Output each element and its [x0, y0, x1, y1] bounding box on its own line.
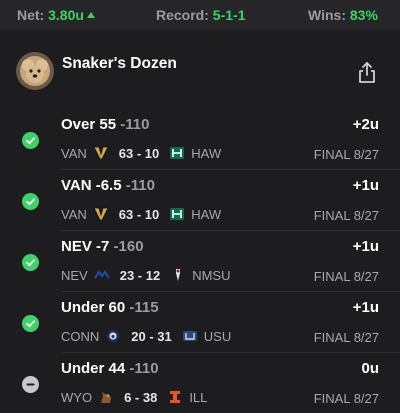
avatar[interactable]	[16, 52, 54, 90]
pick-label: Over 55	[61, 116, 117, 133]
net-value: 3.80u	[48, 7, 84, 23]
hawaii-logo-icon	[170, 208, 185, 220]
record-stat: Record: 5-1-1	[156, 7, 245, 23]
win-check-icon	[22, 193, 39, 210]
wins-value: 83%	[349, 7, 378, 23]
pick-label: NEV -7	[61, 238, 110, 255]
avatar-image	[16, 52, 54, 90]
score: 23 - 12	[119, 267, 161, 283]
bet-row[interactable]: NEV -7 -160 +1u NEV 23 - 12 NMSU FINAL 8…	[0, 232, 400, 292]
page-title: Snaker's Dozen	[62, 55, 177, 72]
pick-label: Under 60	[61, 299, 126, 316]
divider	[61, 230, 400, 231]
home-team: USU	[203, 328, 232, 344]
game-line: VAN 63 - 10 HAW	[61, 206, 221, 222]
final-date: FINAL 8/27	[313, 330, 379, 345]
score: 63 - 10	[118, 145, 160, 161]
final-date: FINAL 8/27	[313, 391, 379, 406]
pick-text: NEV -7 -160	[61, 238, 144, 255]
away-team: CONN	[61, 328, 100, 344]
home-team: NMSU	[192, 267, 231, 283]
pick-label: Under 44	[61, 360, 126, 377]
vanderbilt-logo-icon	[93, 207, 109, 221]
illinois-logo-icon	[170, 391, 181, 403]
record-value: 5-1-1	[212, 7, 246, 23]
units-result: +1u	[352, 177, 379, 194]
final-date: FINAL 8/27	[313, 147, 379, 162]
pick-odds: -110	[129, 360, 159, 377]
wyoming-logo-icon	[101, 392, 112, 403]
home-team: ILL	[189, 389, 208, 405]
win-check-icon	[22, 315, 39, 332]
wins-label: Wins:	[308, 7, 346, 23]
pick-label: VAN -6.5	[61, 177, 122, 194]
game-line: WYO 6 - 38 ILL	[61, 389, 207, 405]
net-stat: Net: 3.80u	[17, 7, 95, 23]
vanderbilt-logo-icon	[93, 146, 109, 160]
win-check-icon	[22, 254, 39, 271]
uconn-logo-icon	[107, 330, 120, 342]
hawaii-logo-icon	[170, 147, 185, 159]
divider	[61, 169, 400, 170]
away-team: NEV	[61, 267, 88, 283]
final-date: FINAL 8/27	[313, 208, 379, 223]
home-team: HAW	[191, 145, 222, 161]
bet-row[interactable]: VAN -6.5 -110 +1u VAN 63 - 10 HAW FINAL …	[0, 171, 400, 231]
net-label: Net:	[17, 7, 45, 23]
home-team: HAW	[191, 206, 222, 222]
win-check-icon	[22, 132, 39, 149]
score: 6 - 38	[124, 389, 158, 405]
pick-text: Under 60 -115	[61, 299, 159, 316]
away-team: WYO	[61, 389, 93, 405]
pick-odds: -110	[120, 116, 150, 133]
bet-row[interactable]: Under 60 -115 +1u CONN 20 - 31 USU FINAL…	[0, 293, 400, 353]
usu-logo-icon	[182, 331, 197, 341]
pick-odds: -160	[113, 238, 144, 255]
up-arrow-icon	[86, 12, 95, 18]
push-minus-icon	[22, 376, 39, 393]
units-result: +1u	[352, 299, 379, 316]
units-result: +2u	[352, 116, 379, 133]
pick-odds: -115	[129, 299, 159, 316]
score: 63 - 10	[118, 206, 160, 222]
pick-text: Over 55 -110	[61, 116, 149, 133]
units-result: 0u	[361, 360, 379, 377]
share-button[interactable]	[356, 61, 378, 85]
divider	[61, 352, 400, 353]
nmsu-logo-icon	[176, 269, 181, 281]
game-line: VAN 63 - 10 HAW	[61, 145, 221, 161]
stats-bar: Net: 3.80u Record: 5-1-1 Wins: 83%	[0, 0, 400, 30]
score: 20 - 31	[131, 328, 172, 344]
divider	[61, 291, 400, 292]
final-date: FINAL 8/27	[313, 269, 379, 284]
share-icon	[359, 62, 375, 83]
bet-row[interactable]: Over 55 -110 +2u VAN 63 - 10 HAW FINAL 8…	[0, 110, 400, 170]
wins-stat: Wins: 83%	[308, 7, 378, 23]
bet-row[interactable]: Under 44 -110 0u WYO 6 - 38 ILL FINAL 8/…	[0, 354, 400, 413]
pick-text: Under 44 -110	[61, 360, 159, 377]
record-label: Record:	[156, 7, 209, 23]
away-team: VAN	[61, 145, 87, 161]
units-result: +1u	[352, 238, 379, 255]
pick-text: VAN -6.5 -110	[61, 177, 155, 194]
away-team: VAN	[61, 206, 87, 222]
pick-odds: -110	[125, 177, 155, 194]
game-line: NEV 23 - 12 NMSU	[61, 267, 231, 283]
nevada-logo-icon	[93, 270, 110, 279]
game-line: CONN 20 - 31 USU	[61, 328, 231, 344]
